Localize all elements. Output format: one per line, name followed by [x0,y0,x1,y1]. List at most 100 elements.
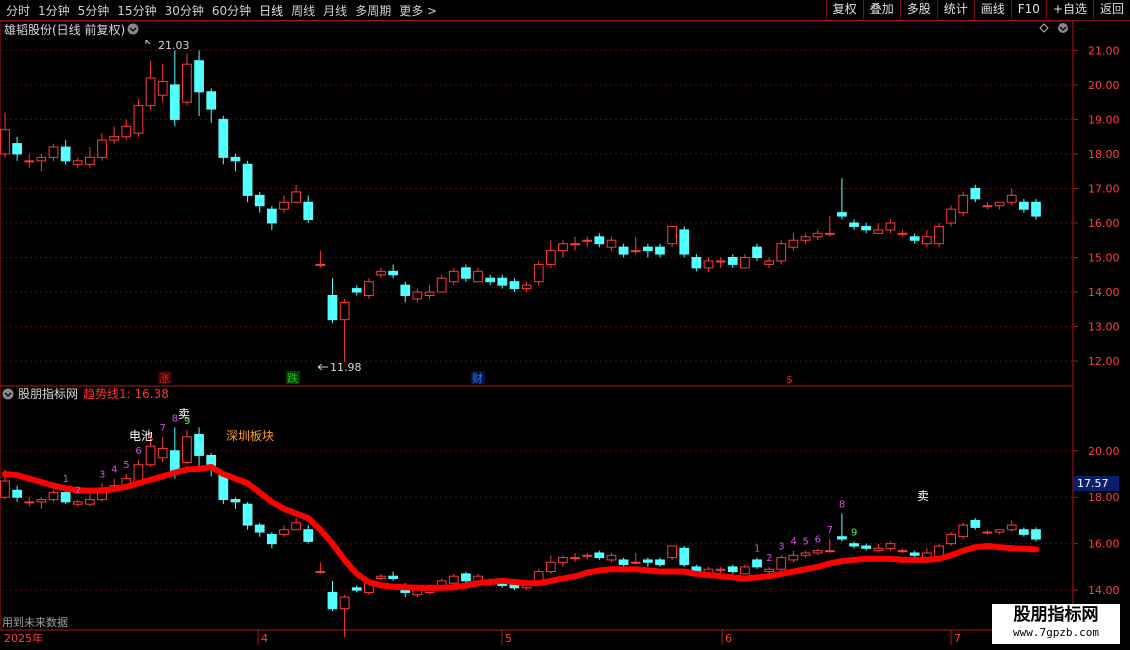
candle-down [254,194,265,207]
candle-down [461,267,471,279]
candle-down [351,288,362,293]
candle-up [182,436,192,463]
candle-up [315,571,326,574]
candle-up [630,561,641,564]
indicator-y-tick-label: 20.00 [1088,445,1120,458]
candle-down [618,246,629,255]
candle-up [436,277,447,293]
candle-up [85,499,95,505]
current-value-text: 17.57 [1077,477,1109,490]
candle-up [776,557,787,570]
candle-up [182,63,192,103]
candle-up [339,301,350,321]
stock-chart[interactable]: 123 4 5678 9123 4 5 6789 雄韬股份(日线 前复权) 21.03 11… [0,0,1130,650]
candle-down [849,543,859,547]
count-labels: 123 4 5678 9123 4 5 6789 [63,414,858,564]
stock-title: 雄韬股份(日线 前复权) [4,22,125,37]
panel-menu-icon[interactable] [1058,23,1068,33]
candle-down [1031,529,1041,540]
candle-down [327,591,338,610]
candle-down [1031,201,1041,217]
candle-down [752,559,762,568]
candle-up [1006,524,1017,531]
diamond-icon[interactable] [1039,23,1049,33]
candle-up [764,260,775,265]
main-y-tick-label: 20.00 [1088,79,1120,92]
candle-up [376,575,386,580]
candle-down [242,503,253,526]
candle-up [582,239,593,242]
count-label: 9 [851,527,857,538]
candle-up [364,281,374,296]
candle-up [606,239,617,248]
future-data-note: 用到未来数据 [2,615,68,629]
candle-up [703,260,714,269]
candle-down [254,524,265,533]
candle-down [970,187,981,200]
x-label-jun: 6 [725,632,732,645]
event-marker-zhang-label: 涨 [159,372,170,385]
main-grid [0,49,1073,362]
count-label: 3 [99,469,105,480]
indicator-menu-icon[interactable] [2,388,14,400]
concept-label: 电池 [129,429,153,443]
candle-up [994,529,1005,533]
candle-down [194,434,204,456]
event-marker-dollar[interactable]: $ [786,373,793,386]
candle-up [424,291,435,296]
candle-up [715,568,726,571]
candle-up [97,139,107,158]
candle-up [921,236,932,245]
candle-up [448,270,459,283]
candle-down [230,156,241,162]
candle-up [133,105,144,134]
candle-up [715,260,726,263]
candle-down [594,552,605,559]
candle-down [230,499,241,503]
candle-up [36,499,47,503]
candle-up [72,160,83,165]
candle-down [1019,529,1029,535]
candle-down [691,257,702,269]
main-candles [0,50,1041,362]
candle-down [400,284,411,296]
candle-up [121,125,132,138]
candle-down [849,222,859,227]
candle-up [545,561,556,573]
candle-down [642,246,653,252]
candle-up [570,557,580,560]
candle-up [788,554,799,561]
count-label: 3 [778,541,784,552]
watermark-title: 股朋指标网 [1013,605,1099,625]
candle-down [218,118,229,158]
candle-up [291,191,301,203]
candle-up [145,77,156,107]
count-label: 4 [111,465,117,476]
candle-up [145,445,156,466]
main-y-tick-label: 19.00 [1088,113,1120,126]
candle-up [1006,194,1017,203]
candle-up [291,522,301,531]
candle-down [727,566,738,573]
candle-up [48,146,59,158]
candle-down [752,246,762,259]
candle-up [157,447,168,459]
event-markers: 涨 跌 财 $ [158,371,793,386]
candle-up [279,529,289,535]
candle-up [0,129,10,155]
candle-down [12,143,22,155]
candle-up [982,531,993,534]
candle-up [448,575,459,584]
count-label: 8 [839,499,845,510]
candle-down [655,246,665,255]
candle-up [982,205,993,208]
candle-down [970,519,981,528]
candle-up [412,291,423,300]
candle-down [861,545,872,549]
candle-down [351,587,362,591]
event-marker-cai-label: 财 [472,371,483,385]
candle-down [909,236,920,241]
x-label-may: 5 [505,632,512,645]
title-dropdown-icon[interactable] [127,23,139,35]
x-label-year: 2025年 [4,631,43,645]
